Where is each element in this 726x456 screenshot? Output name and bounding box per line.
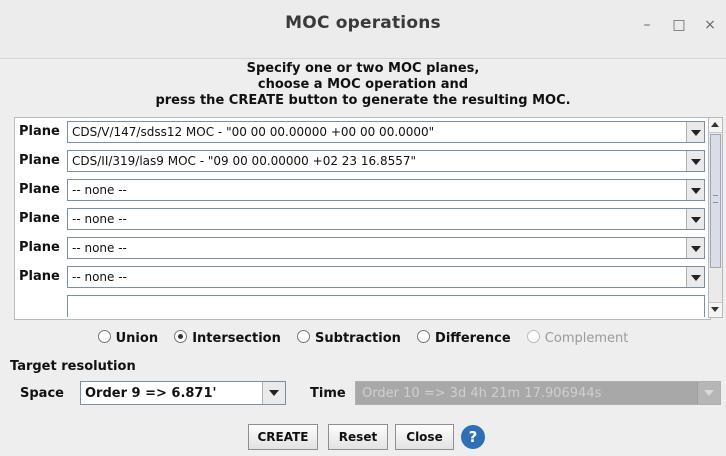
instructions: Specify one or two MOC planes, choose a … [0,61,726,109]
chevron-down-icon [697,382,720,404]
plane-select-value: -- none -- [72,241,127,255]
plane-select-2[interactable]: CDS/II/319/las9 MOC - "09 00 00.00000 +0… [67,150,705,172]
moc-operations-dialog: MOC operations – □ × Specify one or two … [0,0,726,456]
chevron-down-icon[interactable] [686,122,704,142]
plane-row: Plane -- none -- [15,208,706,232]
plane-select-1[interactable]: CDS/V/147/sdss12 MOC - "00 00 00.00000 +… [67,121,705,143]
chevron-down-icon[interactable] [686,238,704,258]
plane-label: Plane [19,124,60,139]
plane-select-4[interactable]: -- none -- [67,208,705,230]
radio-button-icon [526,330,540,343]
plane-select-3[interactable]: -- none -- [67,179,705,201]
op-label: Intersection [192,331,281,346]
time-label: Time [310,386,346,401]
op-difference[interactable]: Difference [417,330,511,346]
window-title: MOC operations [285,13,441,33]
plane-row: Plane -- none -- [15,237,706,261]
scroll-thumb[interactable] [710,134,721,268]
plane-select-value: -- none -- [72,183,127,197]
space-resolution-value: Order 9 => 6.871' [85,386,217,401]
radio-button-icon[interactable] [417,330,431,343]
create-button[interactable]: CREATE [248,424,318,450]
plane-select-value: CDS/II/319/las9 MOC - "09 00 00.00000 +0… [72,154,416,168]
radio-button-icon[interactable] [297,330,311,343]
op-subtraction[interactable]: Subtraction [297,330,401,346]
plane-label: Plane [19,153,60,168]
plane-list: Plane CDS/V/147/sdss12 MOC - "00 00 00.0… [14,117,711,320]
plane-label: Plane [19,240,60,255]
instruction-line: press the CREATE button to generate the … [155,93,571,108]
op-union[interactable]: Union [97,330,159,346]
chevron-down-icon[interactable] [686,180,704,200]
minimize-button[interactable]: – [638,16,656,34]
op-label: Complement [544,331,629,346]
space-resolution-select[interactable]: Order 9 => 6.871' [80,381,286,405]
reset-button[interactable]: Reset [328,424,388,450]
plane-list-scrollbar[interactable] [708,117,723,318]
plane-select-6[interactable]: -- none -- [67,266,705,288]
plane-select-7[interactable] [67,295,705,317]
plane-row-partial [15,295,706,319]
instruction-line: Specify one or two MOC planes, [246,61,480,76]
chevron-down-icon[interactable] [686,209,704,229]
radio-button-selected-icon[interactable] [174,330,188,343]
close-window-button[interactable]: × [701,16,719,34]
scroll-up-icon[interactable] [709,118,722,133]
radio-button-icon[interactable] [97,330,111,343]
instruction-line: choose a MOC operation and [257,77,469,92]
op-complement: Complement [526,330,629,346]
title-bar[interactable]: MOC operations – □ × [0,0,726,59]
plane-select-value: CDS/V/147/sdss12 MOC - "00 00 00.00000 +… [72,125,435,139]
scroll-down-icon[interactable] [709,302,722,317]
close-button[interactable]: Close [395,424,454,450]
operation-radio-group: Union Intersection Subtraction Differenc… [0,330,726,350]
plane-label: Plane [19,269,60,284]
plane-label: Plane [19,211,60,226]
plane-row: Plane -- none -- [15,266,706,290]
op-label: Difference [435,331,511,346]
space-label: Space [20,386,64,401]
plane-row: Plane CDS/V/147/sdss12 MOC - "00 00 00.0… [15,121,706,145]
op-label: Subtraction [315,331,401,346]
plane-select-5[interactable]: -- none -- [67,237,705,259]
time-resolution-select: Order 10 => 3d 4h 21m 17.906944s [355,381,721,405]
plane-select-value: -- none -- [72,270,127,284]
plane-row: Plane CDS/II/319/las9 MOC - "09 00 00.00… [15,150,706,174]
target-resolution-label: Target resolution [10,359,136,374]
plane-label: Plane [19,182,60,197]
chevron-down-icon[interactable] [686,267,704,287]
chevron-down-icon[interactable] [686,151,704,171]
op-intersection[interactable]: Intersection [174,330,281,346]
plane-row: Plane -- none -- [15,179,706,203]
time-resolution-value: Order 10 => 3d 4h 21m 17.906944s [362,386,602,401]
maximize-button[interactable]: □ [670,16,688,34]
help-icon[interactable]: ? [461,425,485,449]
plane-select-value: -- none -- [72,212,127,226]
op-label: Union [115,331,159,346]
chevron-down-icon[interactable] [262,382,285,404]
